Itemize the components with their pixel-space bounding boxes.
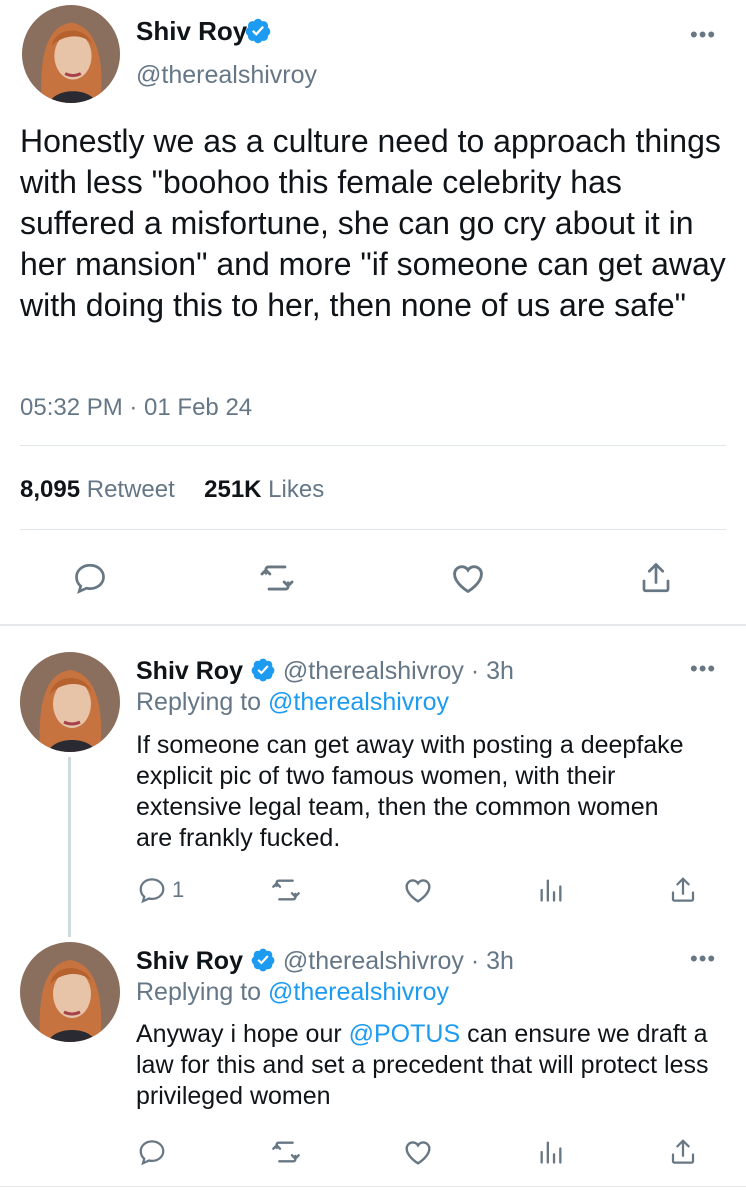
analytics-icon[interactable] <box>536 1136 566 1168</box>
replying-prefix: Replying to <box>136 978 262 1006</box>
author-name[interactable]: Shiv Roy <box>136 16 247 46</box>
verified-badge-icon <box>250 947 276 973</box>
reply-header: Shiv Roy @therealshivroy · 3h <box>136 946 514 976</box>
tweet-stats: 8,095 Retweet 251K Likes <box>20 475 324 505</box>
divider <box>20 529 726 530</box>
like-icon[interactable] <box>400 872 436 908</box>
avatar[interactable] <box>20 942 120 1042</box>
retweet-icon[interactable] <box>255 560 299 596</box>
like-count[interactable]: 251K <box>204 476 261 503</box>
reply-text-start: Anyway i hope our <box>136 1020 349 1048</box>
replying-mention[interactable]: @therealshivroy <box>268 978 449 1006</box>
retweet-icon[interactable] <box>268 872 304 908</box>
reply-header: Shiv Roy @therealshivroy · 3h <box>136 656 514 686</box>
retweet-label[interactable]: Retweet <box>87 476 175 503</box>
replying-to: Replying to @therealshivroy <box>136 687 449 717</box>
more-icon[interactable]: ••• <box>690 946 716 972</box>
more-icon[interactable]: ••• <box>690 22 716 48</box>
like-icon[interactable] <box>400 1134 436 1170</box>
like-icon[interactable] <box>448 560 488 596</box>
author-name[interactable]: Shiv Roy <box>136 947 243 975</box>
author-name[interactable]: Shiv Roy <box>136 657 243 685</box>
reply-text: If someone can get away with posting a d… <box>136 731 684 852</box>
share-icon[interactable] <box>666 872 700 908</box>
divider <box>20 445 726 446</box>
reply-text: Anyway i hope our @POTUS can ensure we d… <box>136 1019 726 1112</box>
share-icon[interactable] <box>666 1134 700 1170</box>
tweet-separator <box>0 624 746 626</box>
replying-prefix: Replying to <box>136 688 262 716</box>
author-handle[interactable]: @therealshivroy <box>136 60 317 90</box>
like-label[interactable]: Likes <box>268 476 324 503</box>
reply-icon[interactable] <box>136 1136 168 1168</box>
thread-connector <box>68 757 71 937</box>
potus-mention[interactable]: @POTUS <box>349 1020 461 1048</box>
analytics-icon[interactable] <box>536 874 566 906</box>
retweet-icon[interactable] <box>268 1134 304 1170</box>
reply-count[interactable]: 1 <box>172 876 184 904</box>
verified-badge-icon <box>250 657 276 683</box>
replying-mention[interactable]: @therealshivroy <box>268 688 449 716</box>
more-icon[interactable]: ••• <box>690 656 716 682</box>
reply-icon[interactable] <box>70 560 110 596</box>
handle-time[interactable]: @therealshivroy · 3h <box>283 947 514 975</box>
retweet-count[interactable]: 8,095 <box>20 476 80 503</box>
verified-badge-icon <box>244 17 272 45</box>
tweet-separator <box>0 1186 746 1187</box>
avatar[interactable] <box>22 5 120 103</box>
tweet-timestamp[interactable]: 05:32 PM · 01 Feb 24 <box>20 393 252 423</box>
tweet-text: Honestly we as a culture need to approac… <box>20 123 726 323</box>
handle-time[interactable]: @therealshivroy · 3h <box>283 657 514 685</box>
avatar[interactable] <box>20 652 120 752</box>
reply-icon[interactable] <box>136 874 168 906</box>
replying-to: Replying to @therealshivroy <box>136 977 449 1007</box>
share-icon[interactable] <box>636 558 676 598</box>
